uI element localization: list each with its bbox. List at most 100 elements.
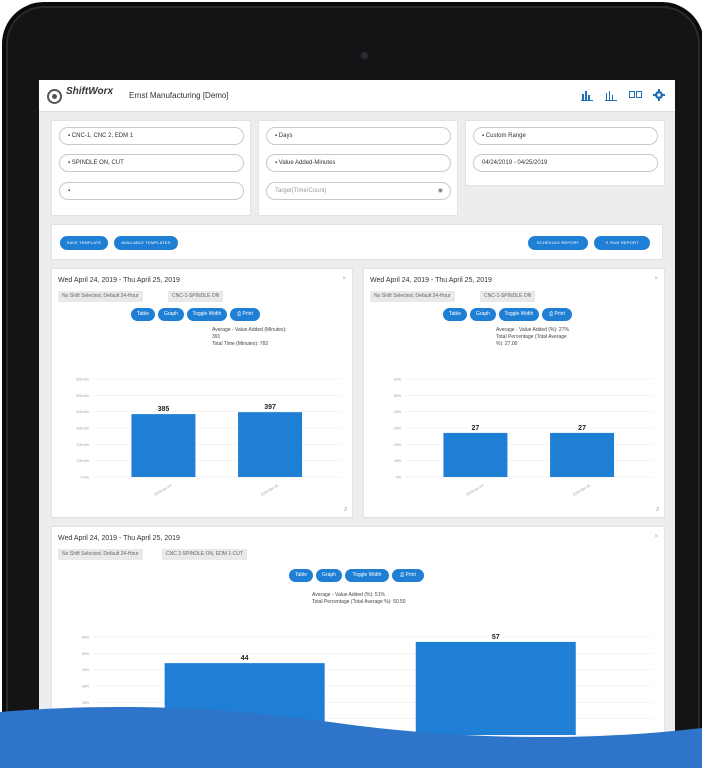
y-tick-label: 30% — [82, 685, 89, 689]
state-select[interactable]: ▪ SPINDLE ON, CUT — [59, 154, 244, 172]
bar-value-label: 27 — [578, 425, 586, 432]
close-icon[interactable]: × — [342, 276, 346, 282]
schedule-report-button[interactable]: SCHEDULE REPORT — [528, 236, 588, 250]
column-chart-icon[interactable] — [605, 89, 617, 101]
x-tick-label: CNC 2 — [239, 744, 250, 753]
y-tick-label: 10% — [82, 717, 89, 721]
summary-line-1: Average - Value Added (Minutes): — [212, 327, 287, 333]
y-tick-label: 500 min — [77, 394, 90, 398]
table-button[interactable]: Table — [289, 569, 313, 582]
y-tick-label: 40% — [394, 410, 401, 414]
run-report-button[interactable]: ✔ RUN REPORT — [594, 236, 650, 250]
metric-filter-panel: ▪ Days ▪ Value Added-Minutes Target(Time… — [258, 120, 458, 216]
y-tick-label: 10% — [394, 459, 401, 463]
y-tick-label: 0% — [396, 476, 401, 480]
summary: Average - Value Added (%): 27% Total Per… — [496, 327, 569, 348]
date-filter-panel: ▪ Custom Range 04/24/2019 - 04/25/2019 — [465, 120, 665, 186]
print-button[interactable]: ⎙ Print — [392, 569, 424, 582]
x-tick-label: 2019-Apr-25 — [572, 484, 591, 497]
bar-value-label: 44 — [241, 655, 249, 662]
summary-line-1: Average - Value Added (%): 27% — [496, 327, 569, 333]
bar-value-label: 397 — [264, 404, 276, 411]
stage: ShiftWorx Ernst Manufacturing [Demo] ▪ C… — [0, 0, 702, 768]
save-template-button[interactable]: SAVE TEMPLATE — [60, 236, 108, 250]
period-select[interactable]: ▪ Days — [266, 127, 451, 145]
machine-tag: CNC-1-SPINDLE ON — [480, 291, 536, 302]
layout-icon[interactable] — [629, 89, 642, 101]
y-tick-label: 100 min — [77, 459, 90, 463]
bar — [164, 663, 325, 735]
print-label: Print — [405, 572, 416, 578]
y-tick-label: 50% — [394, 394, 401, 398]
print-label: Print — [242, 311, 253, 317]
x-tick-label: 2019-Apr-25 — [260, 484, 279, 497]
bar-value-label: 57 — [492, 634, 500, 641]
summary-line-2: 391 — [212, 334, 221, 340]
print-button[interactable]: ⎙ Print — [230, 308, 260, 321]
graph-button[interactable]: Graph — [158, 308, 184, 321]
shift-tag: No Shift Selected, Default 24-Hour — [58, 291, 143, 302]
machine-filter-panel: ▪ CNC-1, CNC 2, EDM 1 ▪ SPINDLE ON, CUT … — [51, 120, 251, 216]
eye-icon[interactable]: ◉ — [438, 183, 443, 199]
y-tick-label: 60% — [82, 636, 89, 640]
card-page: 2 — [656, 507, 659, 513]
company-name: Ernst Manufacturing [Demo] — [129, 91, 229, 100]
summary: Average - Value Added (Minutes): 391 Tot… — [212, 327, 287, 348]
logo-icon — [47, 89, 62, 104]
report-card-2: Wed April 24, 2019 - Thu April 25, 2019 … — [363, 268, 665, 518]
bar — [443, 432, 508, 477]
print-label: Print — [554, 311, 565, 317]
bar-value-label: 27 — [472, 425, 480, 432]
bar-chart-2: 0% 10% 20% 30% 40% 50% 60% 27 2019-Apr-24 27 2019-… — [394, 378, 654, 497]
summary: Average - Value Added (%): 51% Total Per… — [312, 592, 406, 606]
target-placeholder: Target(Time/Count) — [275, 188, 327, 194]
card-title: Wed April 24, 2019 - Thu April 25, 2019 — [58, 277, 180, 284]
print-button[interactable]: ⎙ Print — [542, 308, 572, 321]
shift-tag: No Shift Selected, Default 24-Hour — [58, 549, 143, 560]
date-range-input[interactable]: 04/24/2019 - 04/25/2019 — [473, 154, 658, 172]
bar — [415, 641, 576, 735]
x-tick-label: EDM 1 — [490, 744, 501, 753]
bar — [238, 412, 303, 477]
shift-tag: No Shift Selected, Default 24-Hour — [370, 291, 455, 302]
toggle-width-button[interactable]: Toggle Width — [187, 308, 227, 321]
graph-button[interactable]: Graph — [470, 308, 496, 321]
y-tick-label: 0% — [84, 734, 89, 738]
run-report-label: RUN REPORT — [610, 240, 639, 245]
machine-tag: CNC 2-SPINDLE ON, EDM 1-CUT — [162, 549, 247, 560]
y-tick-label: 50% — [82, 652, 89, 656]
table-button[interactable]: Table — [131, 308, 155, 321]
card-page: 2 — [344, 507, 347, 513]
machine-tag: CNC-1-SPINDLE ON — [168, 291, 224, 302]
target-input[interactable]: Target(Time/Count) ◉ — [266, 182, 451, 200]
y-tick-label: 20% — [394, 443, 401, 447]
available-templates-button[interactable]: AVAILABLE TEMPLATES — [114, 236, 178, 250]
close-icon[interactable]: × — [654, 276, 658, 282]
range-select[interactable]: ▪ Custom Range — [473, 127, 658, 145]
gear-icon[interactable] — [653, 89, 665, 101]
x-tick-label: 2019-Apr-24 — [466, 484, 485, 497]
graph-button[interactable]: Graph — [316, 569, 342, 582]
y-tick-label: 40% — [82, 668, 89, 672]
toggle-width-button[interactable]: Toggle Width — [499, 308, 539, 321]
y-tick-label: 30% — [394, 427, 401, 431]
bar-value-label: 385 — [158, 406, 170, 413]
bar-chart-1: 0 min 100 min 200 min 300 min 400 min 500 min… — [77, 378, 342, 497]
summary-line-2: Total Percentage (Total Average %): 50.5… — [312, 599, 406, 605]
bar-chart-icon[interactable] — [581, 89, 593, 101]
summary-line-1: Average - Value Added (%): 51% — [312, 592, 385, 598]
report-card-1: Wed April 24, 2019 - Thu April 25, 2019 … — [51, 268, 353, 518]
close-icon[interactable]: × — [654, 534, 658, 540]
camera-dot — [361, 52, 368, 59]
y-tick-label: 60% — [394, 378, 401, 382]
bar — [131, 414, 196, 477]
machine-select[interactable]: ▪ CNC-1, CNC 2, EDM 1 — [59, 127, 244, 145]
toggle-width-button[interactable]: Toggle Width — [345, 569, 389, 582]
report-toolbar: SAVE TEMPLATE AVAILABLE TEMPLATES SCHEDU… — [51, 224, 663, 260]
card-title: Wed April 24, 2019 - Thu April 25, 2019 — [58, 535, 180, 542]
metric-select[interactable]: ▪ Value Added-Minutes — [266, 154, 451, 172]
report-card-3: Wed April 24, 2019 - Thu April 25, 2019 … — [51, 526, 665, 768]
y-tick-label: 300 min — [77, 427, 90, 431]
extra-select[interactable]: ▪ — [59, 182, 244, 200]
table-button[interactable]: Table — [443, 308, 467, 321]
